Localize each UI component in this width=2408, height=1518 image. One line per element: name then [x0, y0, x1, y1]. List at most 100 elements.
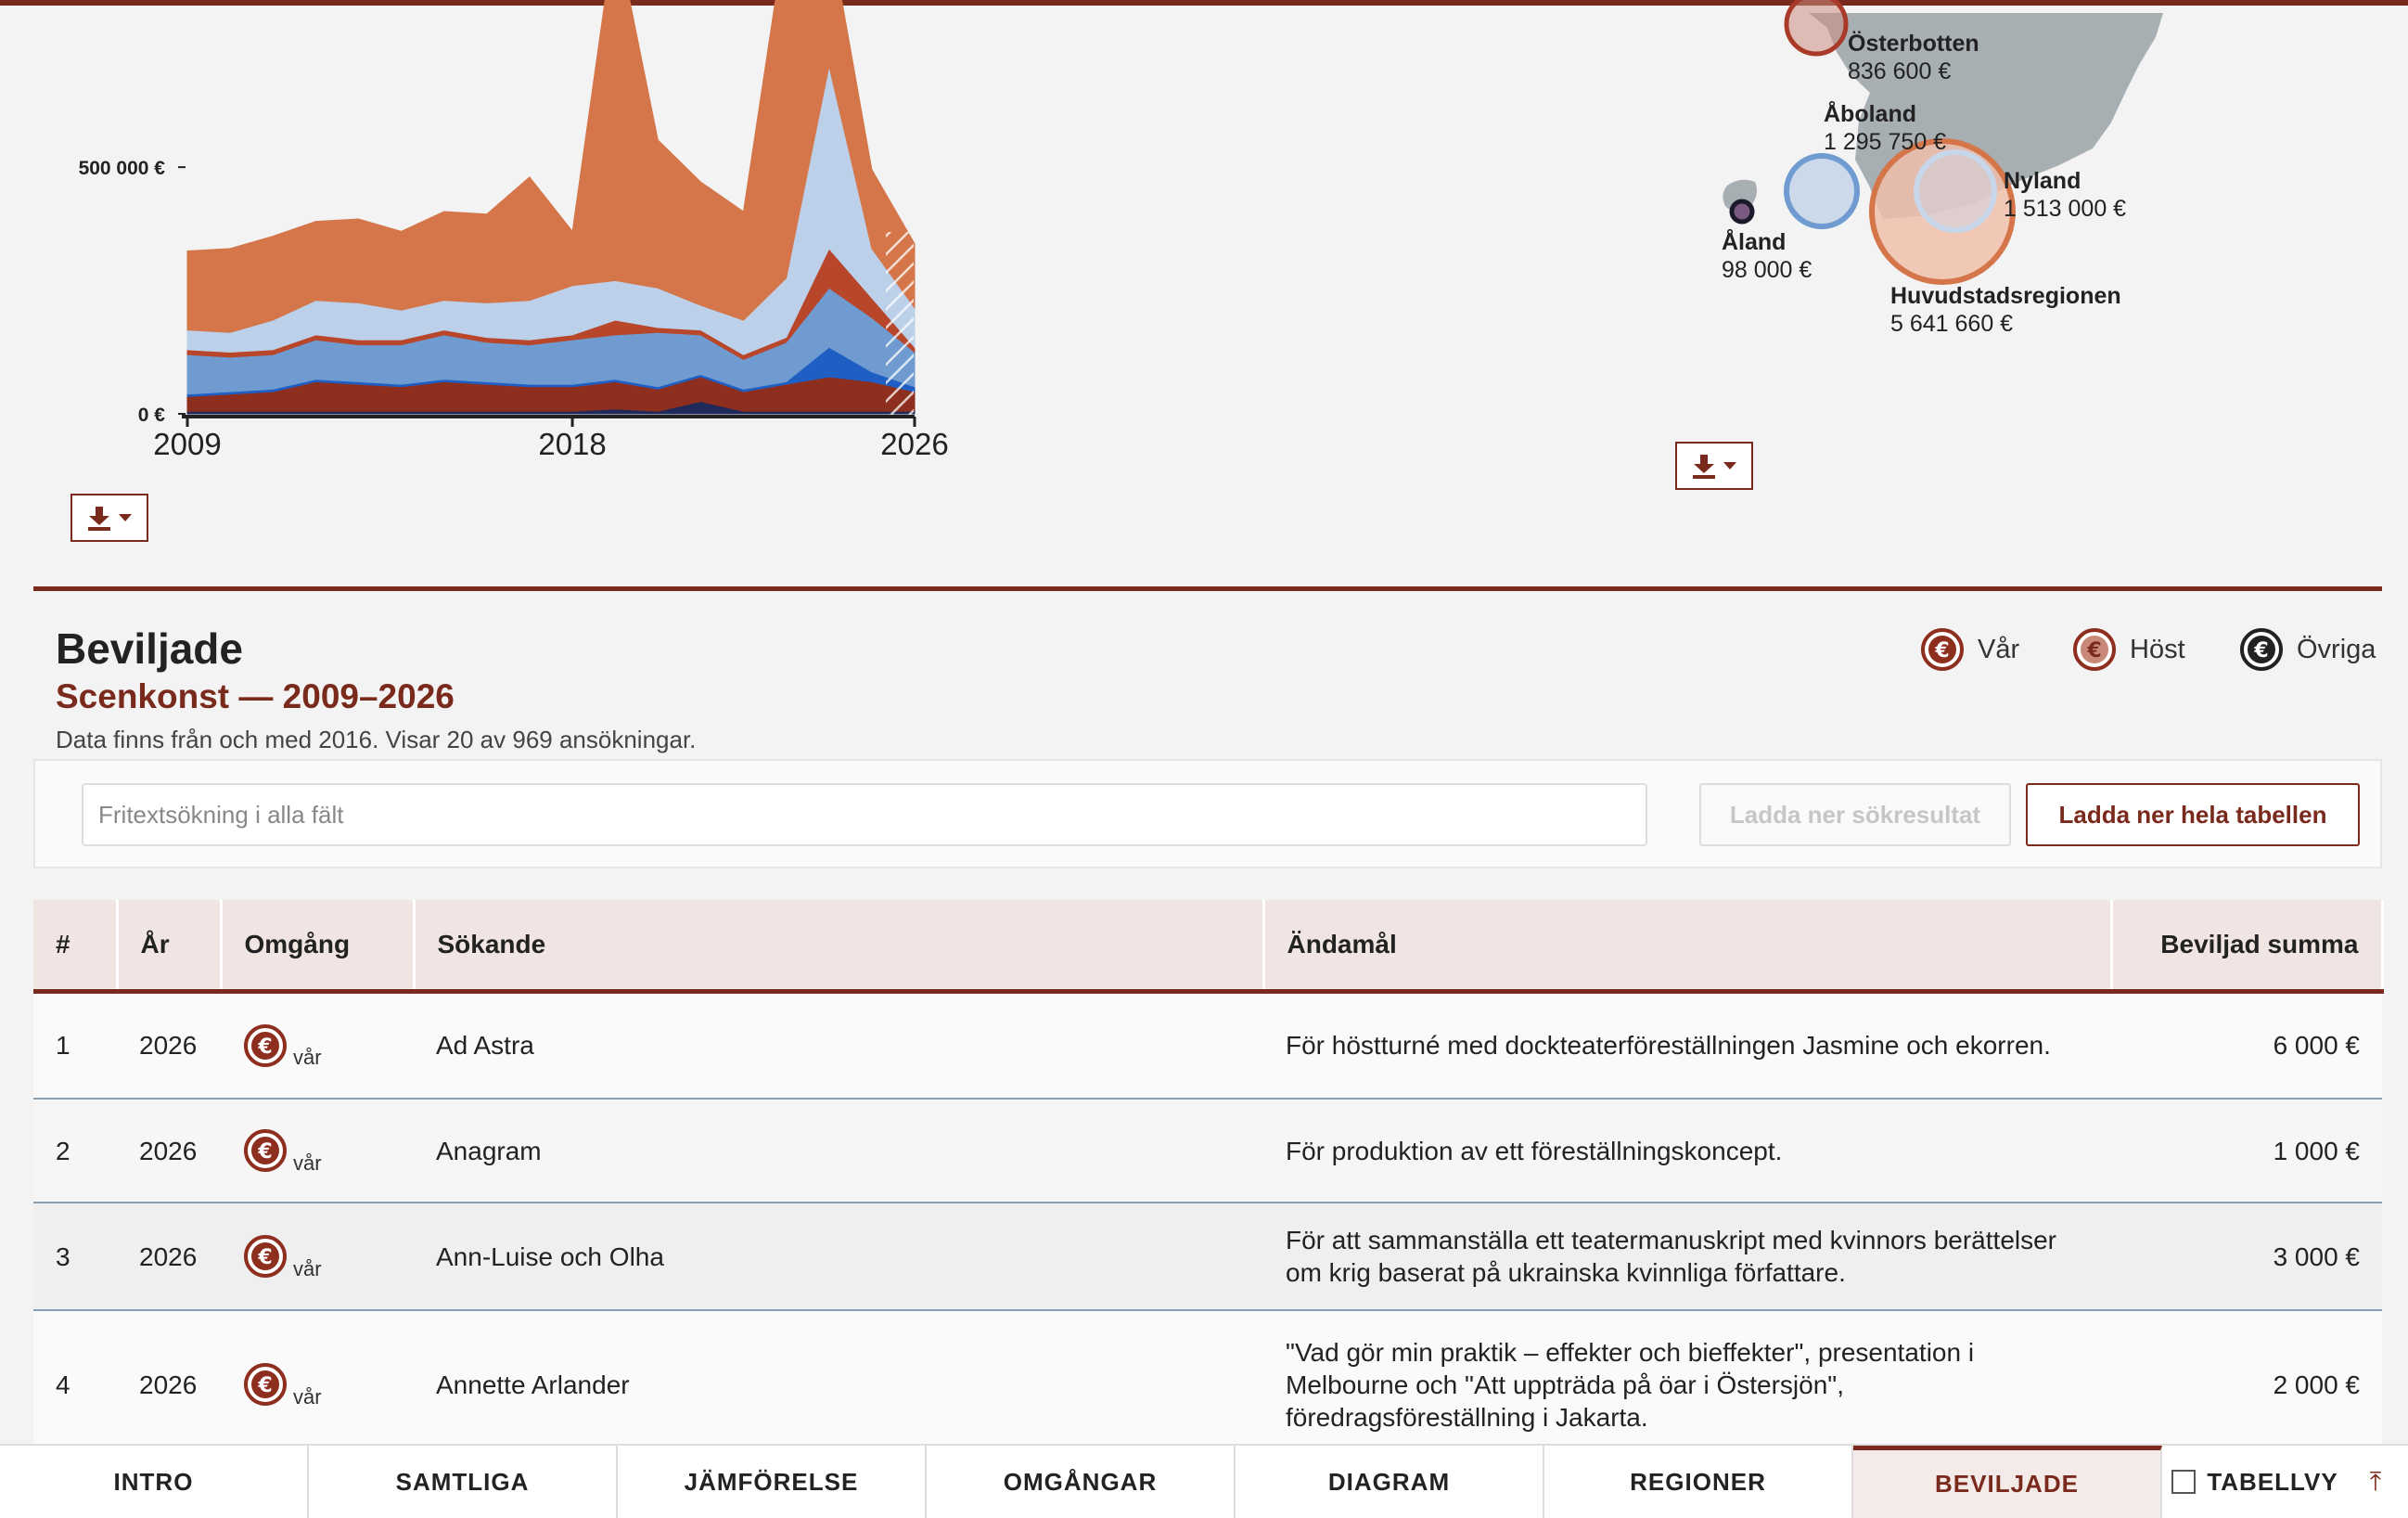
table-row: 4 2026 € vår Annette Arlander "Vad gör m… — [33, 1310, 2382, 1460]
round-label: vår — [293, 1046, 322, 1070]
cell-round: € vår — [221, 1203, 414, 1311]
euro-coin-icon: € — [2073, 628, 2116, 671]
cell-year: 2026 — [117, 1310, 221, 1460]
bubble-nyland — [1914, 149, 1997, 233]
cell-amount: 1 000 € — [2111, 1099, 2382, 1203]
svg-text:€: € — [257, 1140, 272, 1164]
table-header-row: # År Omgång Sökande Ändamål Beviljad sum… — [33, 900, 2384, 994]
svg-text:€: € — [2253, 639, 2268, 663]
download-icon — [1693, 455, 1715, 479]
legend-host: € Höst — [2072, 627, 2185, 672]
section-note: Data finns från och med 2016. Visar 20 a… — [56, 726, 697, 753]
cell-applicant: Anagram — [414, 1099, 1263, 1203]
col-header-amount[interactable]: Beviljad summa — [2111, 900, 2384, 994]
table-row: 3 2026 € vår Ann-Luise och Olha För att … — [33, 1203, 2382, 1311]
svg-text:€: € — [1934, 639, 1949, 663]
stacked-area-chart: 2009 2018 2026 500 000 € 0 € — [79, 0, 949, 461]
tab-diagram[interactable]: DIAGRAM — [1236, 1446, 1544, 1518]
section-divider — [33, 586, 2382, 591]
cell-number: 3 — [33, 1203, 117, 1311]
grants-table: # År Omgång Sökande Ändamål Beviljad sum… — [33, 900, 2384, 1460]
tab-regioner[interactable]: REGIONER — [1544, 1446, 1853, 1518]
round-label: vår — [293, 1384, 322, 1409]
map-label-osterbotten: Österbotten 836 600 € — [1848, 31, 1979, 84]
cell-number: 4 — [33, 1310, 117, 1460]
incomplete-year-hatch — [886, 232, 914, 418]
euro-coin-icon: € — [244, 1235, 287, 1278]
map-download-button[interactable] — [1675, 442, 1753, 490]
map-label-nyland: Nyland 1 513 000 € — [2004, 168, 2127, 222]
search-panel: Ladda ner sökresultat Ladda ner hela tab… — [33, 759, 2382, 868]
col-header-applicant[interactable]: Sökande — [414, 900, 1265, 994]
cell-purpose: För att sammanställa ett teatermanuskrip… — [1263, 1203, 2111, 1311]
cell-amount: 2 000 € — [2111, 1310, 2382, 1460]
cell-purpose: "Vad gör min praktik – effekter och bief… — [1263, 1310, 2111, 1460]
tab-jamforelse[interactable]: JÄMFÖRELSE — [618, 1446, 927, 1518]
table-row: 2 2026 € vår Anagram För produktion av e… — [33, 1099, 2382, 1203]
cell-number: 1 — [33, 991, 117, 1100]
bubble-aland — [1729, 199, 1755, 225]
table-view-toggle[interactable]: TABELLVY — [2162, 1446, 2348, 1518]
svg-text:€: € — [257, 1374, 272, 1397]
col-header-purpose[interactable]: Ändamål — [1263, 900, 2113, 994]
euro-coin-icon: € — [244, 1023, 287, 1067]
cell-applicant: Ann-Luise och Olha — [414, 1203, 1263, 1311]
download-icon — [88, 507, 110, 531]
section-title: Beviljade — [56, 624, 243, 673]
table-view-label: TABELLVY — [2207, 1467, 2338, 1496]
map-label-aboland: Åboland 1 295 750 € — [1824, 101, 1947, 155]
chart-download-button[interactable] — [70, 494, 148, 542]
map-label-aland: Åland 98 000 € — [1722, 229, 1812, 283]
round-label: vår — [293, 1256, 322, 1280]
col-header-number[interactable]: # — [33, 900, 119, 994]
arrow-up-icon[interactable]: ⤒ — [2348, 1446, 2403, 1518]
cell-purpose: För höstturné med dockteaterföreställnin… — [1263, 991, 2111, 1100]
table-view-checkbox[interactable] — [2171, 1470, 2197, 1494]
x-tick-label: 2026 — [880, 427, 948, 461]
cell-round: € vår — [221, 991, 414, 1100]
x-tick-label: 2018 — [538, 427, 606, 461]
bottom-nav: INTRO SAMTLIGA JÄMFÖRELSE OMGÅNGAR DIAGR… — [0, 1444, 2408, 1518]
area-series-group — [186, 0, 916, 415]
chevron-down-icon — [119, 514, 132, 521]
cell-year: 2026 — [117, 1203, 221, 1311]
y-tick-label: 500 000 € — [79, 158, 166, 179]
search-input[interactable] — [82, 783, 1647, 846]
y-axis-ticks: 500 000 € 0 € — [79, 158, 186, 426]
euro-coin-icon: € — [244, 1363, 287, 1406]
cell-purpose: För produktion av ett föreställningskonc… — [1263, 1099, 2111, 1203]
table-row: 1 2026 € vår Ad Astra För höstturné med … — [33, 991, 2382, 1100]
euro-coin-icon: € — [2240, 628, 2283, 671]
bubble-aboland — [1784, 153, 1860, 229]
cell-year: 2026 — [117, 1099, 221, 1203]
cell-applicant: Annette Arlander — [414, 1310, 1263, 1460]
x-tick-label: 2009 — [153, 427, 221, 461]
download-all-button[interactable]: Ladda ner hela tabellen — [2026, 783, 2360, 846]
y-tick-label: 0 € — [138, 405, 166, 426]
cell-round: € vår — [221, 1310, 414, 1460]
cell-amount: 3 000 € — [2111, 1203, 2382, 1311]
tab-beviljade[interactable]: BEVILJADE — [1853, 1446, 2162, 1518]
svg-text:€: € — [257, 1246, 272, 1269]
euro-coin-icon: € — [1921, 628, 1964, 671]
bubble-osterbotten — [1784, 0, 1849, 57]
section-subtitle: Scenkonst — 2009–2026 — [56, 677, 455, 715]
col-header-round[interactable]: Omgång — [221, 900, 416, 994]
cell-amount: 6 000 € — [2111, 991, 2382, 1100]
map-label-huvudstadsregionen: Huvudstadsregionen 5 641 660 € — [1890, 283, 2121, 337]
cell-applicant: Ad Astra — [414, 991, 1263, 1100]
x-axis-ticks: 2009 2018 2026 — [153, 417, 949, 461]
legend-ovriga: € Övriga — [2239, 627, 2376, 672]
tab-omgangar[interactable]: OMGÅNGAR — [927, 1446, 1236, 1518]
tab-intro[interactable]: INTRO — [0, 1446, 309, 1518]
round-label: vår — [293, 1151, 322, 1175]
chevron-down-icon — [1723, 462, 1736, 470]
download-results-button[interactable]: Ladda ner sökresultat — [1699, 783, 2011, 846]
col-header-year[interactable]: År — [117, 900, 223, 994]
cell-round: € vår — [221, 1099, 414, 1203]
euro-coin-icon: € — [244, 1129, 287, 1172]
cell-number: 2 — [33, 1099, 117, 1203]
tab-samtliga[interactable]: SAMTLIGA — [309, 1446, 618, 1518]
legend-var: € Vår — [1920, 627, 2019, 672]
cell-year: 2026 — [117, 991, 221, 1100]
